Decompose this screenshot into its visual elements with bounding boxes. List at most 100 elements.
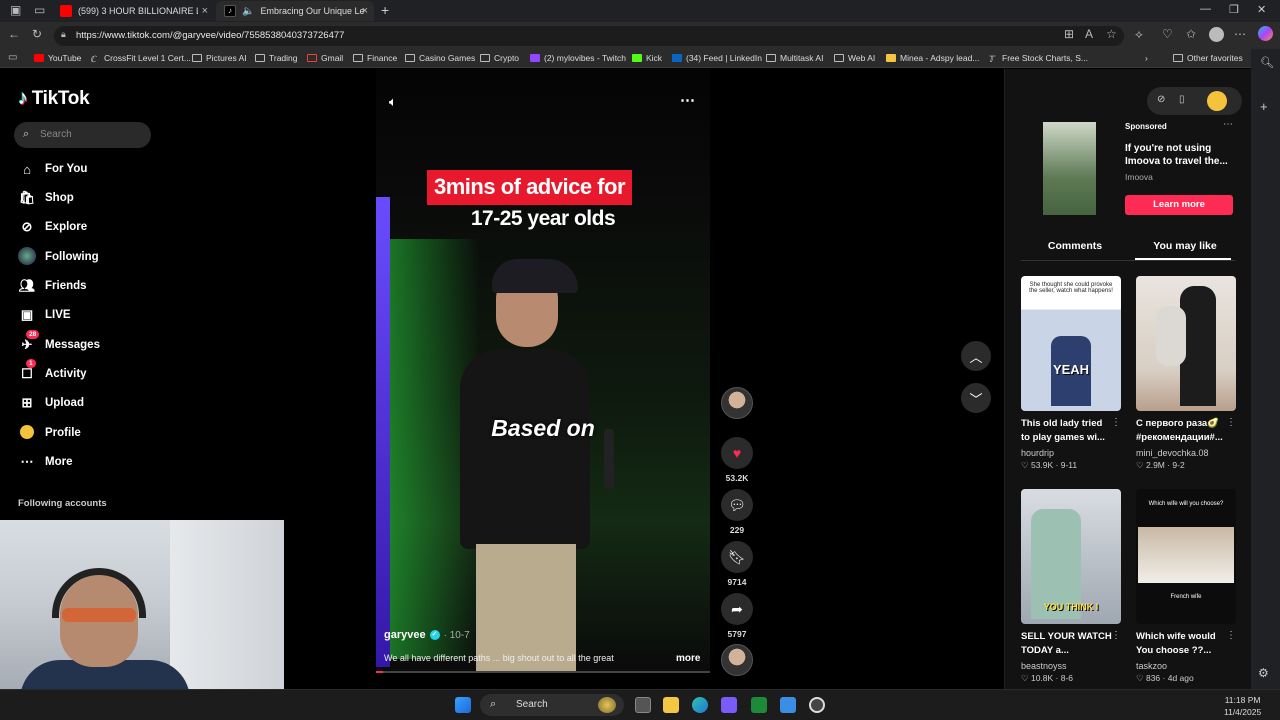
- video-player[interactable]: 3mins of advice for 17-25 year olds Base…: [376, 69, 710, 673]
- gear-icon[interactable]: ⚙: [1258, 666, 1269, 680]
- tiktok-logo[interactable]: ♪ TikTok: [18, 87, 90, 110]
- video-card-author[interactable]: mini_devochka.08: [1136, 448, 1238, 458]
- app-available-icon[interactable]: ⊞: [1064, 27, 1074, 41]
- video-card-thumbnail[interactable]: [1136, 276, 1236, 411]
- video-card-thumbnail[interactable]: YOU THINK I: [1021, 489, 1121, 624]
- sidebar-item-friends[interactable]: 👥︎ Friends: [18, 276, 87, 296]
- maximize-button[interactable]: ❐: [1229, 3, 1239, 16]
- sidebar-search-icon[interactable]: 🔍︎: [1260, 56, 1274, 69]
- bookmark-stock-charts[interactable]: 𝕋 Free Stock Charts, S...: [988, 53, 1088, 64]
- browser-tab-youtube[interactable]: (599) 3 HOUR BILLIONAIRE LIFESTY ×: [52, 1, 214, 21]
- close-tab-icon[interactable]: ×: [202, 5, 208, 17]
- sidebar-item-shop[interactable]: 🛍︎ Shop: [18, 188, 74, 208]
- comment-button[interactable]: 💬︎: [721, 489, 753, 521]
- minimize-button[interactable]: —: [1200, 3, 1211, 15]
- lock-icon[interactable]: 🔒︎: [61, 29, 66, 40]
- workspaces-icon[interactable]: ▣: [10, 3, 21, 17]
- previous-video-button[interactable]: ︿: [961, 341, 991, 371]
- explore-icon[interactable]: ⊘: [1157, 94, 1165, 105]
- user-avatar-icon[interactable]: [1207, 91, 1227, 111]
- close-tab-icon[interactable]: ×: [362, 5, 368, 17]
- volume-icon[interactable]: 🔈︎: [389, 94, 397, 110]
- tab-actions-icon[interactable]: ▭: [34, 3, 45, 17]
- sidebar-item-activity[interactable]: ☐ 1 Activity: [18, 359, 87, 384]
- extensions-icon[interactable]: ⟡: [1135, 27, 1143, 42]
- copilot-icon[interactable]: [1258, 26, 1273, 41]
- video-card[interactable]: ⋮ С первого раза🥑 #рекомендации#... mini…: [1136, 276, 1238, 471]
- ad-thumbnail[interactable]: [1043, 122, 1096, 215]
- obs-icon[interactable]: [809, 697, 825, 713]
- sidebar-item-for-you[interactable]: ⌂ For You: [18, 159, 87, 179]
- video-author[interactable]: garyvee ✓ · 10-7: [384, 629, 470, 641]
- bookmark-crypto[interactable]: Crypto: [480, 53, 519, 63]
- bookmark-casino-games[interactable]: Casino Games: [405, 53, 475, 63]
- windows-start-icon[interactable]: [455, 697, 471, 713]
- xbox-icon[interactable]: [751, 697, 767, 713]
- video-card-title[interactable]: SELL YOUR WATCH TODAY a...: [1021, 630, 1113, 658]
- sidebar-item-upload[interactable]: ⊞ Upload: [18, 393, 84, 413]
- sidebar-item-live[interactable]: ▣ LIVE: [18, 305, 71, 325]
- search-input[interactable]: ⌕ Search: [14, 122, 151, 148]
- speaker-icon[interactable]: 🔈: [242, 6, 254, 17]
- video-card-title[interactable]: This old lady tried to play games wi...: [1021, 417, 1113, 445]
- sidebar-item-explore[interactable]: ⊘ Explore: [18, 217, 88, 237]
- bookmark-web-ai[interactable]: Web AI: [834, 53, 875, 63]
- video-card[interactable]: YOU THINK I ⋮ SELL YOUR WATCH TODAY a...…: [1021, 489, 1123, 684]
- bookmark-linkedin[interactable]: (34) Feed | LinkedIn: [672, 53, 762, 63]
- sidebar-item-more[interactable]: ⋯ More: [18, 452, 73, 472]
- bookmarks-overflow-icon[interactable]: ›: [1145, 53, 1148, 63]
- url-field[interactable]: 🔒︎ https://www.tiktok.com/@garyvee/video…: [54, 26, 1124, 46]
- notepad-icon[interactable]: [780, 697, 796, 713]
- bookmark-youtube[interactable]: YouTube: [34, 53, 81, 63]
- refresh-icon[interactable]: ↻: [32, 27, 42, 41]
- file-explorer-icon[interactable]: [663, 697, 679, 713]
- description-more-link[interactable]: more: [676, 653, 700, 664]
- task-view-icon[interactable]: [635, 697, 651, 713]
- ad-more-icon[interactable]: ⋯: [1223, 119, 1234, 130]
- taskbar-search[interactable]: ⌕ Search: [480, 694, 624, 716]
- share-button[interactable]: ➦: [721, 593, 753, 625]
- sidebar-add-icon[interactable]: +: [1260, 99, 1268, 114]
- sidebar-toggle-icon[interactable]: ▭: [8, 52, 17, 63]
- bookmark-multitask-ai[interactable]: Multitask AI: [766, 53, 823, 63]
- video-card-title[interactable]: С первого раза🥑 #рекомендации#...: [1136, 417, 1228, 445]
- bookmark-other-favorites[interactable]: Other favorites: [1173, 53, 1243, 63]
- bookmark-gmail[interactable]: Gmail: [307, 53, 343, 63]
- settings-more-icon[interactable]: ⋯: [1234, 27, 1246, 41]
- bookmark-minea[interactable]: Minea - Adspy lead...: [886, 53, 979, 63]
- creator-avatar[interactable]: [721, 387, 753, 419]
- video-card-author[interactable]: beastnoyss: [1021, 661, 1123, 671]
- video-more-options-icon[interactable]: ⋯: [680, 91, 696, 109]
- save-button[interactable]: 🔖︎: [721, 541, 753, 573]
- store-app-icon[interactable]: [721, 697, 737, 713]
- close-window-button[interactable]: ✕: [1257, 3, 1266, 16]
- bookmark-pictures-ai[interactable]: Pictures AI: [192, 53, 247, 63]
- get-app-icon[interactable]: ▯: [1179, 94, 1185, 105]
- video-card-author[interactable]: taskzoo: [1136, 661, 1238, 671]
- author-handle[interactable]: garyvee: [384, 629, 426, 641]
- card-more-icon[interactable]: ⋮: [1111, 417, 1121, 428]
- browser-essentials-icon[interactable]: ♡: [1162, 27, 1173, 41]
- bookmark-finance[interactable]: Finance: [353, 53, 397, 63]
- video-card[interactable]: She thought she could provoke the seller…: [1021, 276, 1123, 471]
- video-card-title[interactable]: Which wife would You choose ??...: [1136, 630, 1228, 658]
- browser-tab-tiktok[interactable]: ♪ 🔈 Embracing Our Unique Learn ×: [216, 1, 374, 21]
- bookmark-twitch[interactable]: (2) mylovibes - Twitch: [530, 53, 626, 63]
- card-more-icon[interactable]: ⋮: [1226, 630, 1236, 641]
- sound-avatar[interactable]: [721, 644, 753, 676]
- read-aloud-icon[interactable]: A: [1085, 27, 1093, 41]
- video-progress-bar[interactable]: [376, 671, 710, 673]
- back-icon[interactable]: ←: [8, 27, 20, 41]
- like-button[interactable]: ♥: [721, 437, 753, 469]
- video-card[interactable]: Which wife will you choose? French wife …: [1136, 489, 1238, 684]
- taskbar-clock[interactable]: 11:18 PM 11/4/2025: [1224, 694, 1261, 718]
- ad-title[interactable]: If you're not using Imoova to travel the…: [1125, 142, 1235, 168]
- card-more-icon[interactable]: ⋮: [1226, 417, 1236, 428]
- video-card-thumbnail[interactable]: Which wife will you choose? French wife: [1136, 489, 1236, 624]
- learn-more-button[interactable]: Learn more: [1125, 195, 1233, 215]
- favorites-icon[interactable]: ✩: [1186, 27, 1196, 41]
- tab-comments[interactable]: Comments: [1025, 240, 1125, 252]
- edge-icon[interactable]: [692, 697, 708, 713]
- video-card-author[interactable]: hourdrip: [1021, 448, 1123, 458]
- tab-you-may-like[interactable]: You may like: [1135, 240, 1235, 252]
